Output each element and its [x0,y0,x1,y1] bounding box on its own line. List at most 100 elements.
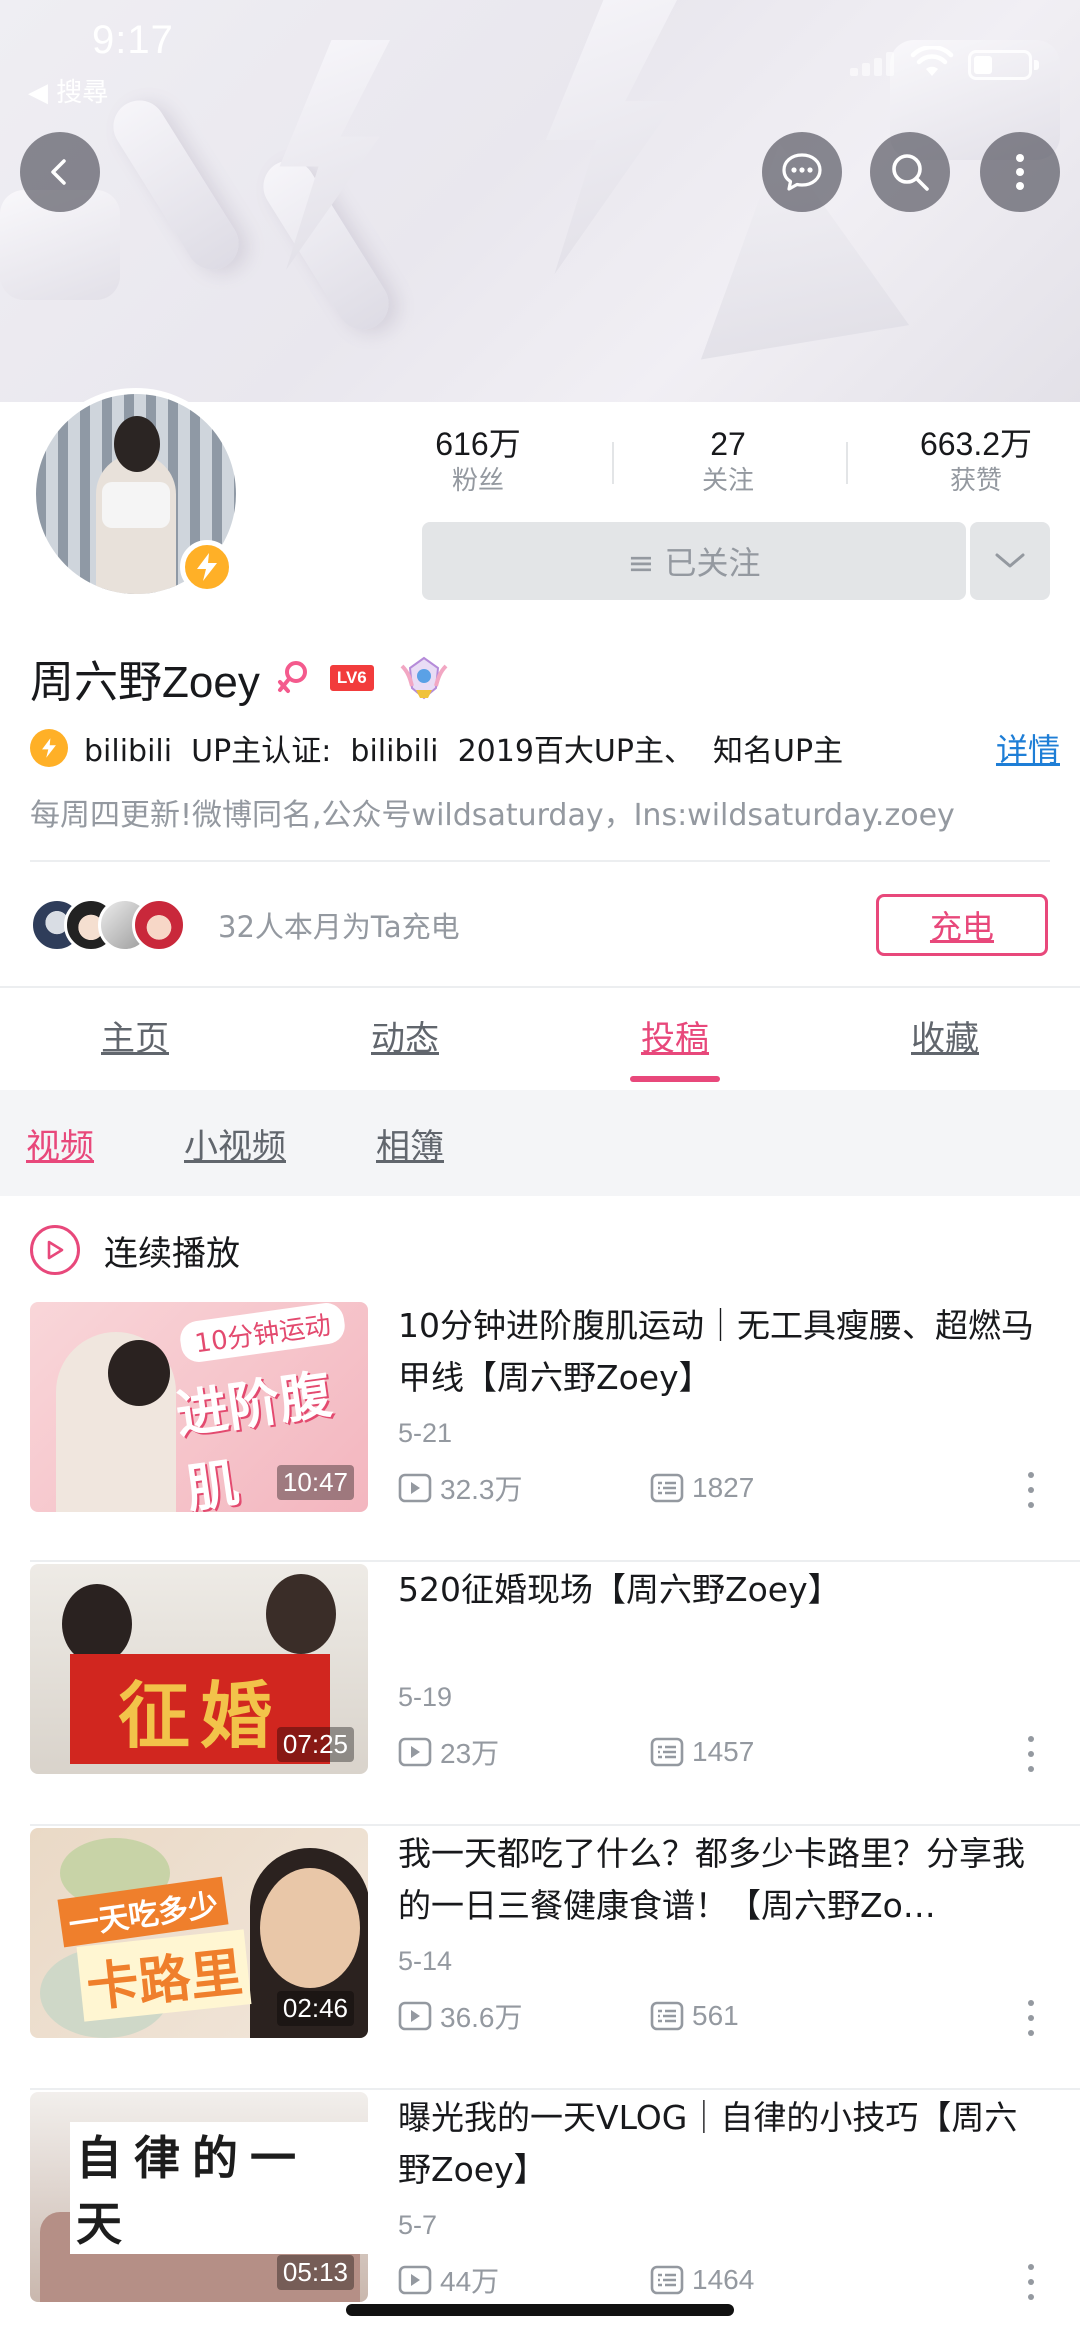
status-back-link[interactable]: ◀ 搜尋 [28,72,108,109]
name-row: 周六野Zoey LV6 [30,648,450,708]
tab-uploads[interactable]: 投稿 [540,988,810,1090]
autoplay-toggle[interactable]: 连续播放 [30,1222,240,1278]
video-item[interactable]: 征婚 07:25 520征婚现场【周六野Zoey】 5-19 23万 1457 [0,1564,1080,1826]
charge-count-text[interactable]: 32人本月为Ta充电 [218,904,460,946]
video-thumbnail[interactable]: 10分钟运动 进阶腹肌 10:47 [30,1302,368,1512]
more-vertical-icon [1016,154,1024,190]
video-danmaku-count: 1827 [650,1470,754,1506]
subtab-videos[interactable]: 视频 [26,1119,94,1168]
back-icon [51,159,66,185]
subtab-albums[interactable]: 相簿 [376,1119,444,1168]
play-count-icon [398,2265,432,2295]
status-bar: 9:17 ◀ 搜尋 [0,0,1080,108]
danmaku-icon [650,2265,684,2295]
video-list: 10分钟运动 进阶腹肌 10:47 10分钟进阶腹肌运动｜无工具瘦腰、超燃马甲线… [0,1300,1080,2337]
video-play-count-value: 23万 [440,1738,500,1769]
video-danmaku-count-value: 561 [692,2000,739,2031]
video-thumbnail[interactable]: 征婚 07:25 [30,1564,368,1774]
lightning-icon [197,553,217,581]
tab-favorites[interactable]: 收藏 [810,988,1080,1090]
video-play-count: 32.3万 [398,1470,523,1506]
video-danmaku-count: 1464 [650,2262,754,2298]
divider [30,1560,1080,1562]
video-title[interactable]: 520征婚现场【周六野Zoey】 [398,1564,1038,1616]
profile-banner: 9:17 ◀ 搜尋 [0,0,1080,402]
video-play-count-value: 36.6万 [440,2002,523,2033]
banner-decoration [103,90,249,280]
charger-avatar [132,898,186,952]
video-item[interactable]: 自律的一天 05:13 曝光我的一天VLOG｜自律的小技巧【周六野Zoey】 5… [0,2092,1080,2337]
subtab-short-videos[interactable]: 小视频 [184,1119,286,1168]
autoplay-label: 连续播放 [104,1233,240,1274]
play-count-icon [398,1737,432,1767]
danmaku-icon [650,1737,684,1767]
thumbnail-text: 卡路里 [76,1929,252,2022]
video-duration: 10:47 [276,1465,354,1500]
video-more-button[interactable] [1016,1996,1046,2040]
stat-likes-value: 663.2万 [919,426,1033,462]
video-more-button[interactable] [1016,1732,1046,1776]
play-count-icon [398,2001,432,2031]
stat-divider [612,442,614,484]
back-button[interactable] [20,132,100,212]
home-indicator [346,2304,734,2316]
video-thumbnail[interactable]: 自律的一天 05:13 [30,2092,368,2302]
message-button[interactable] [762,132,842,212]
video-date: 5-7 [398,2210,438,2240]
followed-button[interactable]: ≡ 已关注 [422,522,966,600]
level-badge: LV6 [329,665,374,691]
user-bio: 每周四更新!微博同名,公众号wildsaturday，Ins:wildsatur… [30,798,955,833]
video-danmaku-count: 561 [650,1998,739,2034]
thumbnail-person [56,1332,176,1512]
video-play-count: 36.6万 [398,1998,523,2034]
video-thumbnail[interactable]: 一天吃多少 卡路里 02:46 [30,1828,368,2038]
charger-avatars[interactable] [30,898,220,952]
battery-icon [968,50,1039,80]
video-more-button[interactable] [1016,2260,1046,2304]
stat-divider [846,442,848,484]
stat-fans-label: 粉丝 [451,466,504,496]
video-danmaku-count-value: 1457 [692,1736,755,1767]
video-title[interactable]: 我一天都吃了什么？都多少卡路里？分享我的一日三餐健康食谱！【周六野Zo… [398,1828,1038,1932]
follow-dropdown-button[interactable] [970,522,1050,600]
video-danmaku-count: 1457 [650,1734,754,1770]
video-item[interactable]: 一天吃多少 卡路里 02:46 我一天都吃了什么？都多少卡路里？分享我的一日三餐… [0,1828,1080,2090]
tab-dynamics[interactable]: 动态 [270,988,540,1090]
chevron-down-icon [995,553,1025,568]
video-play-count: 44万 [398,2262,499,2298]
search-button[interactable] [870,132,950,212]
user-name: 周六野Zoey [30,658,260,707]
stat-following-value: 27 [710,426,746,462]
video-title[interactable]: 10分钟进阶腹肌运动｜无工具瘦腰、超燃马甲线【周六野Zoey】 [398,1300,1038,1404]
danmaku-icon [650,1473,684,1503]
divider [30,860,1050,862]
main-tab-bar: 主页 动态 投稿 收藏 [0,988,1080,1090]
stat-following-label: 关注 [701,466,754,496]
charge-button[interactable]: 充电 [876,894,1048,956]
video-play-count-value: 32.3万 [440,1474,523,1505]
video-item[interactable]: 10分钟运动 进阶腹肌 10:47 10分钟进阶腹肌运动｜无工具瘦腰、超燃马甲线… [0,1300,1080,1562]
video-more-button[interactable] [1016,1468,1046,1512]
video-play-count: 23万 [398,1734,499,1770]
verification-text: bilibili UP主认证: bilibili 2019百大UP主、 知名UP… [84,734,844,769]
verified-badge [180,540,234,594]
play-count-icon [398,1473,432,1503]
more-button[interactable] [980,132,1060,212]
lightning-icon [42,738,56,758]
verification-detail-link[interactable]: 详情 [996,725,1060,771]
followed-button-label: ≡ 已关注 [627,544,761,582]
video-title[interactable]: 曝光我的一天VLOG｜自律的小技巧【周六野Zoey】 [398,2092,1038,2196]
video-duration: 02:46 [276,1991,354,2026]
wifi-icon [910,46,954,76]
video-date: 5-14 [398,1946,453,1976]
stat-likes-label: 获赞 [949,466,1002,496]
stat-likes[interactable]: 663.2万 获赞 [876,424,1076,498]
play-circle-icon [30,1225,80,1275]
pendant-icon [400,656,448,700]
video-duration: 05:13 [276,2255,354,2290]
stat-following[interactable]: 27 关注 [628,424,828,498]
stat-fans[interactable]: 616万 粉丝 [378,424,578,498]
message-icon [782,153,822,191]
tab-home[interactable]: 主页 [0,988,270,1090]
video-danmaku-count-value: 1827 [692,1472,755,1503]
